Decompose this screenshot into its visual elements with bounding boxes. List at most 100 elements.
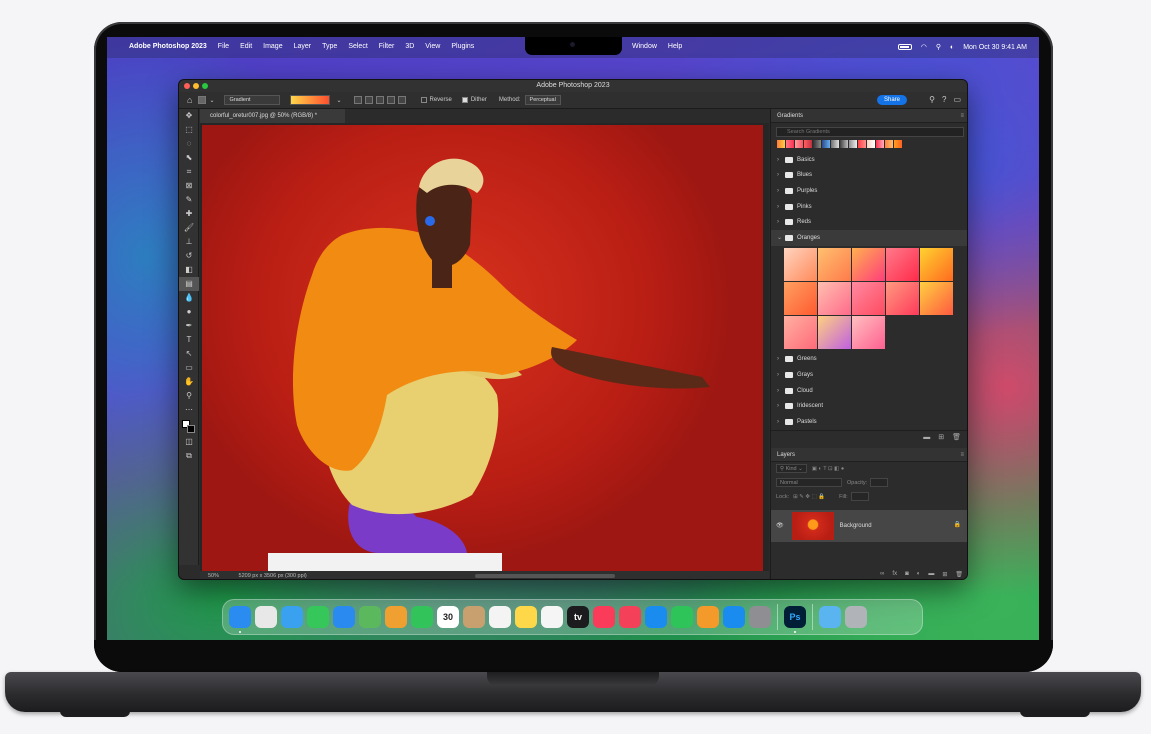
filter-icons[interactable]: ▣ ◐ T ⊡ ◧ ● [812, 466, 844, 472]
facetime-icon[interactable] [411, 606, 433, 628]
menu-3d[interactable]: 3D [405, 43, 414, 50]
document-tab[interactable]: colorful_oretur007.jpg @ 50% (RGB/8) * [200, 109, 345, 123]
radial-gradient-icon[interactable] [364, 96, 373, 104]
background-color-swatch[interactable] [187, 425, 195, 433]
freeform-icon[interactable] [541, 606, 563, 628]
app-store-icon[interactable] [723, 606, 745, 628]
frame-tool-icon[interactable]: ⊠ [179, 179, 199, 193]
menu-type[interactable]: Type [322, 43, 337, 50]
workspace-icon[interactable]: ▭ [953, 95, 961, 104]
mail-icon[interactable] [333, 606, 355, 628]
app-menu[interactable]: Adobe Photoshop 2023 [129, 43, 207, 50]
recent-gradient[interactable] [813, 140, 821, 148]
gradient-folder[interactable]: › Blues [771, 168, 967, 184]
history-brush-tool-icon[interactable]: ↺ [179, 249, 199, 263]
gradient-folder[interactable]: › Pastels [771, 414, 967, 430]
clone-stamp-tool-icon[interactable]: ⊥ [179, 235, 199, 249]
dodge-tool-icon[interactable]: ● [179, 305, 199, 319]
menubar-clock[interactable]: Mon Oct 30 9:41 AM [963, 44, 1027, 51]
recent-gradient[interactable] [831, 140, 839, 148]
gradient-folder[interactable]: › Iridescent [771, 398, 967, 414]
type-tool-icon[interactable]: T [179, 333, 199, 347]
color-swatches[interactable] [179, 417, 198, 435]
pen-tool-icon[interactable]: ✒ [179, 319, 199, 333]
recent-gradient[interactable] [840, 140, 848, 148]
lasso-tool-icon[interactable]: ◌ [179, 137, 199, 151]
blur-tool-icon[interactable]: 💧 [179, 291, 199, 305]
recent-gradient[interactable] [777, 140, 785, 148]
object-select-tool-icon[interactable]: ⬉ [179, 151, 199, 165]
layer-lock-icon[interactable]: 🔒 [954, 521, 961, 528]
spotlight-search-icon[interactable]: ⚲ [936, 43, 941, 51]
gradient-folder[interactable]: › Grays [771, 367, 967, 383]
menu-layer[interactable]: Layer [294, 43, 312, 50]
reminders-icon[interactable] [489, 606, 511, 628]
blend-mode-dropdown[interactable]: Normal [776, 478, 842, 488]
gradient-swatch[interactable] [852, 315, 885, 349]
gradient-swatch[interactable] [852, 281, 885, 315]
more-tools-icon[interactable]: ⋯ [179, 403, 199, 417]
new-group-icon[interactable]: ▬ [923, 434, 930, 441]
maps-icon[interactable] [359, 606, 381, 628]
close-window-button[interactable] [184, 83, 190, 89]
horizontal-scrollbar[interactable] [475, 574, 615, 578]
minimize-window-button[interactable] [193, 83, 199, 89]
brush-tool-icon[interactable]: 🖌 [179, 221, 199, 235]
gradient-swatch[interactable] [852, 247, 885, 281]
lock-icons[interactable]: ⊞ ✎ ✥ ⬚ 🔒 [793, 494, 825, 500]
quick-mask-icon[interactable]: ◫ [179, 435, 199, 449]
keynote-icon[interactable] [645, 606, 667, 628]
rectangle-tool-icon[interactable]: ▭ [179, 361, 199, 375]
gradient-folder[interactable]: › Purples [771, 183, 967, 199]
finder-icon[interactable] [229, 606, 251, 633]
adjustment-layer-icon[interactable]: ◐ [917, 571, 921, 577]
gradient-swatch[interactable] [784, 247, 817, 281]
crop-tool-icon[interactable]: ⌗ [179, 165, 199, 179]
menu-select[interactable]: Select [348, 43, 367, 50]
photoshop-icon[interactable]: Ps [784, 606, 806, 633]
gradient-search-input[interactable]: Search Gradients [776, 127, 964, 137]
new-gradient-icon[interactable]: ⊞ [938, 433, 944, 441]
gradient-folder-open[interactable]: ⌄ Oranges [771, 229, 967, 246]
fill-input[interactable] [850, 492, 869, 502]
menu-help[interactable]: Help [668, 43, 682, 50]
visibility-eye-icon[interactable]: 👁 [776, 522, 784, 529]
control-center-icon[interactable]: ◐ [950, 44, 954, 51]
share-button[interactable]: Share [876, 95, 907, 105]
recent-gradient[interactable] [822, 140, 830, 148]
gradient-swatch[interactable] [818, 315, 851, 349]
linear-gradient-icon[interactable] [353, 96, 362, 104]
layer-style-icon[interactable]: fx [892, 571, 897, 577]
link-layers-icon[interactable]: ∞ [880, 571, 884, 577]
messages-icon[interactable] [307, 606, 329, 628]
new-group-icon[interactable]: ▬ [928, 571, 934, 577]
recent-gradient[interactable] [876, 140, 884, 148]
gradient-folder[interactable]: › Greens [771, 352, 967, 368]
gradient-tool-icon[interactable]: ▤ [179, 277, 199, 291]
tool-preset-icon[interactable]: ⌄ [198, 96, 214, 104]
dither-checkbox[interactable]: Dither [461, 97, 487, 103]
eyedropper-tool-icon[interactable]: ✎ [179, 193, 199, 207]
menu-edit[interactable]: Edit [240, 43, 252, 50]
reverse-checkbox[interactable]: Reverse [420, 97, 452, 103]
trash-icon[interactable] [845, 606, 867, 628]
safari-icon[interactable] [281, 606, 303, 628]
opacity-input[interactable] [870, 478, 889, 488]
downloads-folder-icon[interactable] [819, 606, 841, 628]
gradient-swatch[interactable] [920, 281, 953, 315]
battery-icon[interactable] [897, 44, 912, 50]
eraser-tool-icon[interactable]: ◧ [179, 263, 199, 277]
wifi-icon[interactable]: ◠ [921, 43, 927, 51]
screen-mode-icon[interactable]: ⧉ [179, 449, 199, 463]
menu-image[interactable]: Image [263, 43, 282, 50]
news-icon[interactable] [619, 606, 641, 628]
gradient-swatch[interactable] [818, 281, 851, 315]
gradient-picker[interactable] [290, 95, 331, 105]
tv-icon[interactable]: tv [567, 606, 589, 628]
calendar-icon[interactable]: 30 [437, 606, 459, 628]
gradient-swatch[interactable] [818, 247, 851, 281]
recent-gradient[interactable] [894, 140, 902, 148]
menu-view[interactable]: View [425, 43, 440, 50]
notes-icon[interactable] [515, 606, 537, 628]
new-layer-icon[interactable]: ⊞ [942, 571, 947, 578]
